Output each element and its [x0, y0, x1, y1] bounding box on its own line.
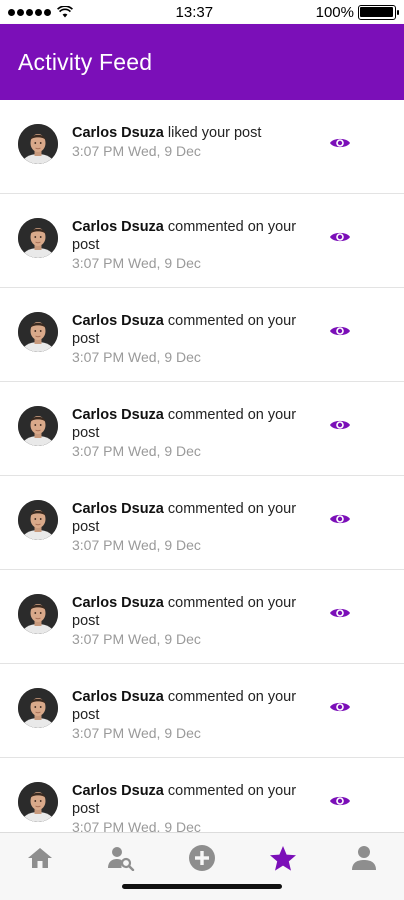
search-user-icon [108, 847, 135, 871]
battery-percent: 100% [315, 3, 354, 21]
activity-feed-list[interactable]: Carlos Dsuza liked your post 3:07 PM Wed… [0, 100, 404, 832]
list-item[interactable]: Carlos Dsuza liked your post 3:07 PM Wed… [0, 100, 404, 194]
app-header: Activity Feed [0, 24, 404, 100]
timestamp: 3:07 PM Wed, 9 Dec [72, 255, 201, 271]
tab-add[interactable] [182, 843, 222, 873]
avatar[interactable] [18, 500, 58, 540]
item-text: Carlos Dsuza commented on your post 3:07… [72, 782, 302, 832]
avatar[interactable] [18, 406, 58, 446]
profile-icon [352, 846, 376, 870]
timestamp: 3:07 PM Wed, 9 Dec [72, 537, 201, 553]
view-post-button[interactable] [328, 700, 352, 718]
list-item[interactable]: Carlos Dsuza commented on your post 3:07… [0, 758, 404, 832]
item-text: Carlos Dsuza commented on your post 3:07… [72, 500, 302, 554]
item-text: Carlos Dsuza commented on your post 3:07… [72, 688, 302, 742]
action-text: liked your post [167, 125, 262, 141]
actor-name[interactable]: Carlos Dsuza [72, 595, 164, 611]
status-time: 13:37 [175, 3, 214, 21]
timestamp: 3:07 PM Wed, 9 Dec [72, 143, 201, 159]
timestamp: 3:07 PM Wed, 9 Dec [72, 725, 201, 741]
tab-home[interactable] [20, 843, 60, 873]
view-post-button[interactable] [328, 606, 352, 624]
page-title: Activity Feed [18, 48, 153, 75]
avatar[interactable] [18, 218, 58, 258]
eye-icon [329, 418, 351, 437]
eye-icon [329, 512, 351, 531]
item-text: Carlos Dsuza commented on your post 3:07… [72, 406, 302, 460]
timestamp: 3:07 PM Wed, 9 Dec [72, 443, 201, 459]
eye-icon [329, 794, 351, 813]
eye-icon [329, 606, 351, 625]
list-item[interactable]: Carlos Dsuza commented on your post 3:07… [0, 476, 404, 570]
avatar[interactable] [18, 594, 58, 634]
add-circle-icon [189, 845, 215, 871]
view-post-button[interactable] [328, 324, 352, 342]
list-item[interactable]: Carlos Dsuza commented on your post 3:07… [0, 382, 404, 476]
actor-name[interactable]: Carlos Dsuza [72, 689, 164, 705]
view-post-button[interactable] [328, 794, 352, 812]
wifi-icon [57, 6, 73, 18]
view-post-button[interactable] [328, 230, 352, 248]
eye-icon [329, 230, 351, 249]
signal-strength-icon [8, 8, 51, 16]
actor-name[interactable]: Carlos Dsuza [72, 501, 164, 517]
status-bar: 13:37 100% [0, 0, 404, 24]
item-text: Carlos Dsuza commented on your post 3:07… [72, 312, 302, 366]
signal-area [8, 6, 73, 18]
home-indicator [122, 884, 282, 889]
item-text: Carlos Dsuza liked your post 3:07 PM Wed… [72, 124, 302, 160]
eye-icon [329, 136, 351, 155]
list-item[interactable]: Carlos Dsuza commented on your post 3:07… [0, 664, 404, 758]
tab-search-users[interactable] [101, 843, 141, 873]
star-icon [270, 845, 296, 871]
actor-name[interactable]: Carlos Dsuza [72, 125, 164, 141]
view-post-button[interactable] [328, 136, 352, 154]
avatar[interactable] [18, 124, 58, 164]
tab-profile[interactable] [344, 843, 384, 873]
item-text: Carlos Dsuza commented on your post 3:07… [72, 594, 302, 648]
battery-area: 100% [315, 3, 399, 21]
view-post-button[interactable] [328, 512, 352, 530]
actor-name[interactable]: Carlos Dsuza [72, 783, 164, 799]
actor-name[interactable]: Carlos Dsuza [72, 313, 164, 329]
avatar[interactable] [18, 688, 58, 728]
actor-name[interactable]: Carlos Dsuza [72, 219, 164, 235]
list-item[interactable]: Carlos Dsuza commented on your post 3:07… [0, 570, 404, 664]
avatar[interactable] [18, 782, 58, 822]
bottom-tab-bar [0, 832, 404, 900]
timestamp: 3:07 PM Wed, 9 Dec [72, 819, 201, 832]
tab-activity[interactable] [263, 843, 303, 873]
eye-icon [329, 324, 351, 343]
actor-name[interactable]: Carlos Dsuza [72, 407, 164, 423]
timestamp: 3:07 PM Wed, 9 Dec [72, 631, 201, 647]
item-text: Carlos Dsuza commented on your post 3:07… [72, 218, 302, 272]
home-icon [28, 848, 52, 868]
avatar[interactable] [18, 312, 58, 352]
list-item[interactable]: Carlos Dsuza commented on your post 3:07… [0, 288, 404, 382]
list-item[interactable]: Carlos Dsuza commented on your post 3:07… [0, 194, 404, 288]
view-post-button[interactable] [328, 418, 352, 436]
eye-icon [329, 700, 351, 719]
battery-icon [357, 4, 399, 20]
timestamp: 3:07 PM Wed, 9 Dec [72, 349, 201, 365]
